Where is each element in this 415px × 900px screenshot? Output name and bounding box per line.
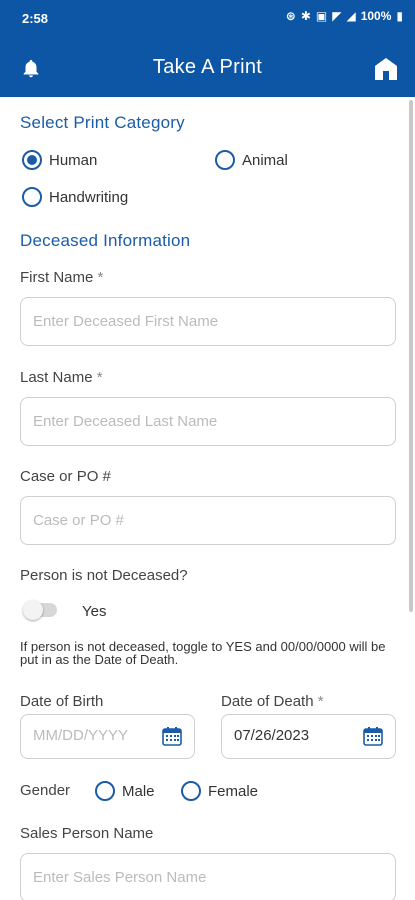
case-po-label: Case or PO # <box>20 468 111 485</box>
battery-icon: ▮ <box>396 9 403 23</box>
sales-person-label: Sales Person Name <box>20 825 154 842</box>
sales-person-placeholder: Enter Sales Person Name <box>33 869 207 886</box>
scrollbar[interactable] <box>409 100 413 612</box>
gender-label: Gender <box>20 782 71 799</box>
dob-label: Date of Birth <box>20 693 104 710</box>
dod-field[interactable]: 07/26/2023 <box>221 714 396 759</box>
first-name-label: First Name * <box>20 269 103 286</box>
nfc-icon: ▣ <box>315 9 328 23</box>
last-name-label: Last Name * <box>20 369 103 386</box>
radio-male[interactable]: Male <box>95 781 155 801</box>
not-deceased-label: Person is not Deceased? <box>20 567 188 584</box>
home-icon[interactable] <box>373 56 399 82</box>
dod-label: Date of Death * <box>221 693 324 710</box>
radio-female-indicator[interactable] <box>181 781 201 801</box>
battery-percent: 100% <box>360 9 392 23</box>
radio-handwriting-indicator[interactable] <box>22 187 42 207</box>
toggle-knob[interactable] <box>23 600 43 620</box>
radio-human[interactable]: Human <box>22 150 97 170</box>
wifi-icon: ◤ <box>332 9 342 23</box>
radio-human-label: Human <box>49 151 98 169</box>
dod-value: 07/26/2023 <box>234 727 310 744</box>
case-po-placeholder: Case or PO # <box>33 512 124 529</box>
first-name-placeholder: Enter Deceased First Name <box>33 313 219 330</box>
radio-handwriting-label: Handwriting <box>49 188 129 206</box>
not-deceased-toggle-label: Yes <box>82 603 107 620</box>
required-marker: * <box>96 369 103 386</box>
radio-animal[interactable]: Animal <box>215 150 288 170</box>
radio-animal-label: Animal <box>242 151 288 169</box>
radio-human-indicator[interactable] <box>22 150 42 170</box>
radio-handwriting[interactable]: Handwriting <box>22 187 128 207</box>
calendar-icon[interactable] <box>162 726 182 746</box>
radio-female[interactable]: Female <box>181 781 258 801</box>
app-bar: 2:58 ⊛ ✱ ▣ ◤ ◢ 100% ▮ Take A Print <box>0 0 415 97</box>
bluetooth-icon: ✱ <box>300 9 311 23</box>
dob-placeholder: MM/DD/YYYY <box>33 727 129 744</box>
radio-female-label: Female <box>208 782 259 800</box>
last-name-label-text: Last Name <box>20 369 93 386</box>
first-name-label-text: First Name <box>20 269 94 286</box>
first-name-field[interactable]: Enter Deceased First Name <box>20 297 396 346</box>
print-category-heading: Select Print Category <box>20 113 185 132</box>
radio-male-label: Male <box>122 782 155 800</box>
radio-animal-indicator[interactable] <box>215 150 235 170</box>
status-time: 2:58 <box>22 11 49 26</box>
page-title: Take A Print <box>152 56 263 78</box>
status-bar: 2:58 ⊛ ✱ ▣ ◤ ◢ 100% ▮ <box>0 0 415 36</box>
dob-field[interactable]: MM/DD/YYYY <box>20 714 195 759</box>
required-marker: * <box>97 269 104 286</box>
signal-icon: ◢ <box>346 9 356 23</box>
last-name-placeholder: Enter Deceased Last Name <box>33 413 218 430</box>
hotspot-icon: ⊛ <box>285 9 296 23</box>
deceased-info-heading: Deceased Information <box>20 231 191 250</box>
required-marker: * <box>317 693 324 710</box>
sales-person-field[interactable]: Enter Sales Person Name <box>20 853 396 900</box>
last-name-field[interactable]: Enter Deceased Last Name <box>20 397 396 446</box>
status-icons: ⊛ ✱ ▣ ◤ ◢ 100% ▮ <box>286 9 403 23</box>
radio-male-indicator[interactable] <box>95 781 115 801</box>
calendar-icon[interactable] <box>363 726 383 746</box>
not-deceased-toggle[interactable] <box>23 600 57 620</box>
case-po-field[interactable]: Case or PO # <box>20 496 396 545</box>
dod-label-text: Date of Death <box>221 693 314 710</box>
not-deceased-note: If person is not deceased, toggle to YES… <box>20 639 386 667</box>
